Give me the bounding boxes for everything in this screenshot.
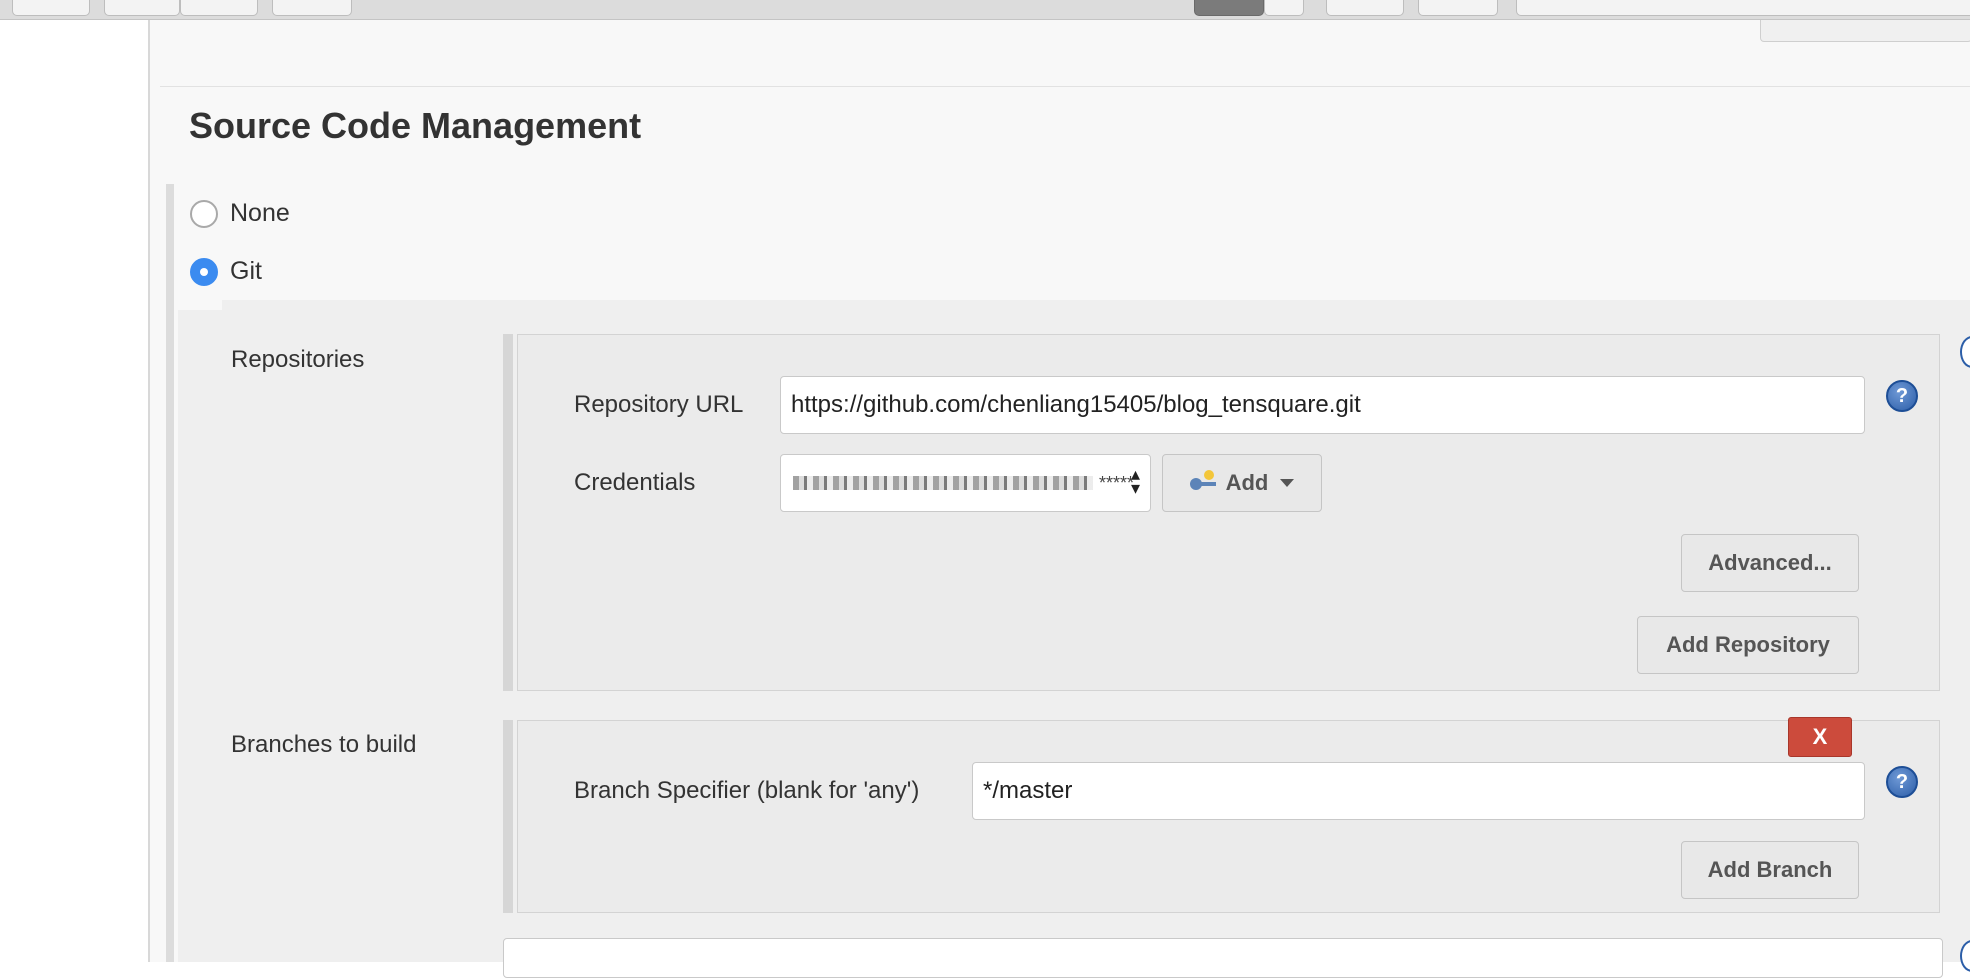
git-body-lip — [178, 300, 222, 310]
section-title: Source Code Management — [189, 105, 642, 146]
advanced-button[interactable]: Advanced... — [1681, 534, 1859, 592]
radio-icon[interactable] — [190, 257, 218, 286]
toolbar-button[interactable] — [104, 0, 180, 16]
help-icon[interactable]: ? — [1886, 766, 1918, 798]
credentials-select[interactable]: ***** ▴ ▾ — [780, 454, 1151, 512]
select-arrows-icon: ▴ ▾ — [1130, 464, 1140, 498]
browser-toolbar — [0, 0, 1970, 20]
add-branch-button[interactable]: Add Branch — [1681, 841, 1859, 899]
branches-label: Branches to build — [231, 731, 417, 758]
scm-option-git[interactable]: Git — [190, 257, 262, 286]
scm-option-label: Git — [230, 257, 262, 285]
add-repository-button[interactable]: Add Repository — [1637, 616, 1859, 674]
credentials-label: Credentials — [574, 469, 696, 496]
repositories-label: Repositories — [231, 346, 365, 373]
radio-icon[interactable] — [190, 199, 218, 228]
delete-branch-button[interactable]: X — [1788, 717, 1852, 757]
add-credentials-label: Add — [1225, 470, 1269, 495]
address-bar[interactable] — [1516, 0, 1970, 16]
next-row-select[interactable] — [503, 938, 1943, 978]
chevron-down-icon — [1280, 479, 1295, 487]
toolbar-button[interactable] — [1264, 0, 1304, 16]
toolbar-button[interactable] — [1326, 0, 1404, 16]
repository-url-label: Repository URL — [574, 391, 744, 418]
previous-section-button[interactable] — [1760, 20, 1970, 42]
help-icon-glyph: ? — [1895, 770, 1909, 793]
credentials-redacted-value — [793, 476, 1093, 490]
add-credentials-button[interactable]: Add — [1162, 454, 1322, 512]
branch-specifier-input[interactable] — [972, 762, 1865, 820]
scm-option-label: None — [230, 199, 290, 227]
key-icon — [1189, 470, 1218, 492]
credentials-masked-suffix: ***** — [1099, 472, 1135, 493]
toolbar-button[interactable] — [1418, 0, 1498, 16]
toolbar-button[interactable] — [272, 0, 352, 16]
toolbar-button[interactable] — [180, 0, 258, 16]
section-divider — [160, 86, 1970, 87]
toolbar-button[interactable] — [12, 0, 90, 16]
help-icon-glyph: ? — [1895, 384, 1909, 407]
help-icon[interactable]: ? — [1886, 380, 1918, 412]
repositories-stripe — [503, 334, 513, 691]
branch-specifier-label: Branch Specifier (blank for 'any') — [574, 777, 920, 804]
scm-option-none[interactable]: None — [190, 199, 290, 228]
git-body-top — [222, 300, 1970, 310]
branches-stripe — [503, 720, 513, 913]
left-sidebar-blank — [0, 20, 150, 962]
repository-url-input[interactable] — [780, 376, 1865, 434]
scm-section-bar — [166, 184, 174, 962]
toolbar-button-active[interactable] — [1194, 0, 1264, 16]
